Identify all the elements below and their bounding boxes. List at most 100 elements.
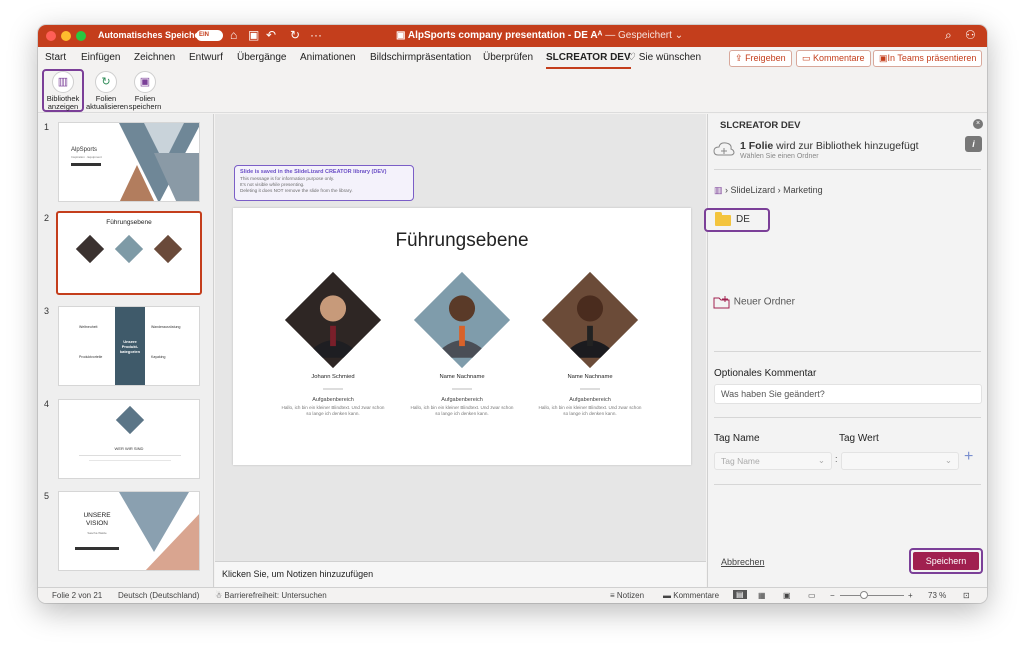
autosave-label: Automatisches Speichern [98,30,209,40]
thumb-text: Produktvorteile [79,355,103,359]
thumb-text: Weltneuheit [79,325,98,329]
tab-start[interactable]: Start [45,52,66,63]
add-tag-icon[interactable]: + [964,448,973,466]
autosave-toggle[interactable]: EIN [196,30,223,41]
slide-thumbnail-5[interactable]: UNSERE VISION Sascha Walde [58,491,200,571]
tab-slideshow[interactable]: Bildschirmpräsentation [370,52,471,63]
minimize-window-button[interactable] [61,31,71,41]
tab-review[interactable]: Überprüfen [483,52,533,63]
library-notice[interactable]: Slide is saved in the SlideLizard CREATO… [234,165,414,201]
home-icon[interactable]: ⌂ [230,28,237,42]
new-folder-button[interactable]: Neuer Ordner [713,295,795,309]
show-library-label: Bibliothek anzeigen [46,94,80,111]
document-title: ▣ AlpSports company presentation - DE Aᴬ… [396,30,683,41]
title-bar: Automatisches Speichern EIN ⌂ ▣ ↶ ↻ ··· … [38,25,987,47]
reading-view-icon[interactable]: ▣ [783,591,791,600]
breadcrumb-sep-icon: › [777,185,781,195]
redo-icon[interactable]: ↻ [290,28,300,42]
refresh-slides-button[interactable]: ↻ Folien aktualisieren [86,71,128,111]
undo-icon[interactable]: ↶ [266,28,276,42]
zoom-level[interactable]: 73 % [928,591,946,600]
comment-icon: ▭ [802,53,811,63]
slide-count: 1 Folie [740,140,774,152]
slide-editor[interactable]: Slide is saved in the SlideLizard CREATO… [215,114,706,561]
info-icon[interactable]: i [965,136,982,152]
pane-headline: 1 Folie wird zur Bibliothek hinzugefügt [740,140,919,152]
zoom-in-icon[interactable]: + [908,591,913,600]
normal-view-icon[interactable]: ▤ [733,590,747,599]
zoom-window-button[interactable] [76,31,86,41]
close-pane-icon[interactable]: × [973,119,983,129]
powerpoint-window: Automatisches Speichern EIN ⌂ ▣ ↶ ↻ ··· … [38,25,987,603]
thumb-number: 2 [44,213,50,223]
tab-draw[interactable]: Zeichnen [134,52,175,63]
slide-thumbnail-4[interactable]: WER WIR SIND [58,399,200,479]
colon-separator: : [835,454,838,464]
tab-slcreator-dev[interactable]: SLCREATOR DEV [546,52,631,69]
save-disk-icon: ▣ [134,71,156,93]
accessibility-icon: ☃ [215,591,223,600]
close-window-button[interactable] [46,31,56,41]
notes-field[interactable]: Klicken Sie, um Notizen hinzuzufügen [215,561,706,587]
notes-icon: ≡ [610,591,615,600]
notes-toggle[interactable]: ≡ Notizen [610,591,644,600]
accessibility-indicator[interactable]: ☃ Barrierefreiheit: Untersuchen [215,591,327,600]
person-card-2[interactable]: Name Nachname Aufgabenbereich Hallo, ich… [408,271,516,417]
comments-button[interactable]: ▭ Kommentare [796,50,871,67]
refresh-icon: ↻ [95,71,117,93]
thumb-text: Kayaking [151,355,166,359]
save-icon[interactable]: ▣ [248,28,259,42]
share-button[interactable]: ⇪ Freigeben [729,50,792,67]
current-slide[interactable]: Führungsebene Johann Schmied Aufgabenber… [233,208,691,465]
thumb-subtitle: Inspiration · Equipment [71,155,102,159]
slide-thumbnails-panel[interactable]: 1 AlpSports Inspiration · Equipment 2 Fü… [38,114,214,587]
zoom-slider-thumb[interactable] [860,591,868,599]
tag-value-select[interactable]: ⌄ [841,452,959,470]
cancel-button[interactable]: Abbrechen [721,557,765,567]
share-label: Freigeben [745,53,786,63]
save-slides-button[interactable]: ▣ Folien speichern [127,71,163,111]
tab-design[interactable]: Entwurf [189,52,223,63]
tag-name-select[interactable]: Tag Name ⌄ [714,452,832,470]
person-divider [323,388,343,390]
person-card-1[interactable]: Johann Schmied Aufgabenbereich Hallo, ic… [279,271,387,417]
teams-present-button[interactable]: ▣In Teams präsentieren [873,50,983,67]
tag-name-placeholder: Tag Name [721,456,760,466]
divider [714,417,981,418]
slide-thumbnail-2[interactable]: Führungsebene [56,211,202,295]
tab-insert[interactable]: Einfügen [81,52,120,63]
person-card-3[interactable]: Name Nachname Aufgabenbereich Hallo, ich… [536,271,644,417]
breadcrumb-root[interactable]: SlideLizard [731,185,776,195]
divider [714,351,981,352]
tab-transitions[interactable]: Übergänge [237,52,286,63]
comment-input[interactable]: Was haben Sie geändert? [714,384,982,404]
show-library-button[interactable]: ▥ Bibliothek anzeigen [43,71,83,111]
tell-me[interactable]: ♡ Sie wünschen [627,52,701,63]
fit-slide-icon[interactable]: ⊡ [963,591,970,600]
slide-sorter-icon[interactable]: ▦ [758,591,766,600]
cloud-add-icon [713,142,735,156]
thumb-person-diamond [153,234,183,264]
tab-animations[interactable]: Animationen [300,52,356,63]
slide-thumbnail-3[interactable]: Weltneuheit Produktvorteile Unsere Produ… [58,306,200,386]
search-icon[interactable]: ⌕ [945,28,952,43]
share-user-icon[interactable]: ⚇ [965,28,976,42]
language-indicator[interactable]: Deutsch (Deutschland) [118,591,199,600]
notice-line: It's not visible while presenting. [240,182,305,187]
thumb-text: Wanderausrüstung [151,325,181,329]
portrait-icon [433,295,491,358]
zoom-out-icon[interactable]: − [830,591,835,600]
slide-thumbnail-1[interactable]: AlpSports Inspiration · Equipment [58,122,200,202]
folder-item-de[interactable]: DE [704,208,770,232]
comments-toggle[interactable]: ▬ Kommentare [663,591,719,600]
thumb-number: 3 [44,306,50,316]
person-divider [452,388,472,390]
save-button[interactable]: Speichern [913,552,979,570]
lightbulb-icon: ♡ [627,52,636,63]
chevron-down-icon[interactable]: ⌄ [675,30,683,41]
more-icon[interactable]: ··· [310,28,322,42]
zoom-slider[interactable] [840,595,904,596]
slide-title[interactable]: Führungsebene [233,230,691,252]
person-name: Name Nachname [567,374,613,380]
slideshow-icon[interactable]: ▭ [808,591,816,600]
